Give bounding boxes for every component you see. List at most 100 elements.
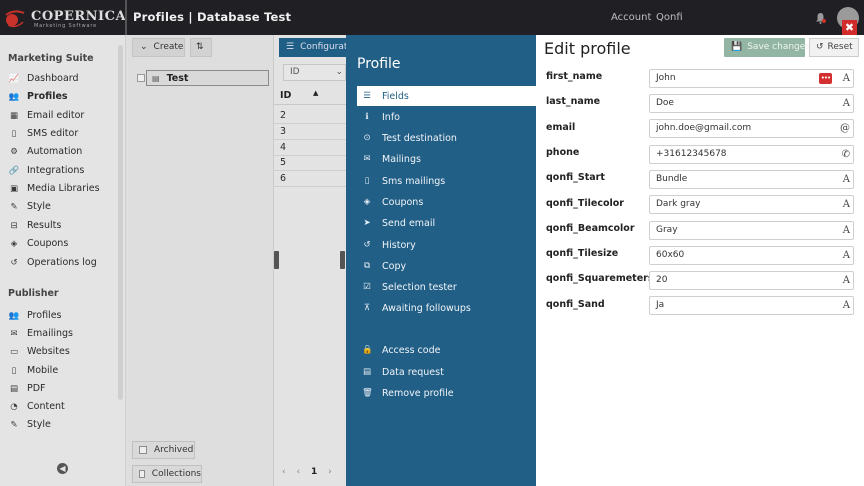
qonfi-sand-field[interactable]: Ja A — [649, 296, 854, 315]
grid-icon: ▦ — [9, 110, 19, 121]
collections-toggle[interactable]: Collections — [132, 465, 202, 483]
field-value: Bundle — [656, 174, 688, 184]
resize-handle[interactable] — [340, 251, 345, 269]
sidebar-item-automation[interactable]: ⚙ Automation — [8, 146, 82, 157]
document-icon: ▤ — [362, 367, 372, 377]
tag-icon: ◈ — [363, 197, 371, 207]
select-checkbox[interactable] — [137, 74, 145, 82]
bell-icon[interactable] — [815, 12, 826, 24]
profile-nav-label: History — [382, 239, 416, 251]
profile-nav-label: Info — [382, 111, 400, 123]
sidebar-item-coupons[interactable]: ◈ Coupons — [8, 238, 69, 249]
monitor-icon: ▭ — [9, 346, 19, 357]
archived-toggle[interactable]: Archived — [132, 441, 195, 459]
profile-nav-remove-profile[interactable]: 🗑 Remove profile — [357, 383, 454, 403]
field-value: Ja — [656, 300, 665, 310]
account-link[interactable]: Account — [611, 12, 651, 23]
sidebar-item-dashboard[interactable]: 📈 Dashboard — [8, 73, 79, 84]
profile-nav-label: Sms mailings — [382, 175, 446, 187]
profile-nav-label: Coupons — [382, 196, 424, 208]
list-icon: ☰ — [363, 91, 371, 101]
check-square-icon: ☑ — [363, 282, 371, 292]
current-page[interactable]: 1 — [311, 467, 317, 477]
profile-nav-data-request[interactable]: ▤ Data request — [357, 362, 444, 382]
profile-nav-copy[interactable]: ⧉ Copy — [357, 256, 406, 276]
profile-nav-test-destination[interactable]: ⊙ Test destination — [357, 128, 457, 148]
send-icon: ➤ — [363, 218, 371, 228]
configure-button[interactable]: ☰ Configuratie — [279, 38, 346, 57]
qonfi-start-field[interactable]: Bundle A — [649, 170, 854, 189]
profile-nav-coupons[interactable]: ◈ Coupons — [357, 192, 424, 212]
sidebar-item-profiles[interactable]: 👥 Profiles — [8, 91, 68, 102]
profile-nav-sms-mailings[interactable]: ▯ Sms mailings — [357, 171, 446, 191]
column-select[interactable]: ID ⌄ — [283, 64, 346, 81]
sidebar-item-integrations[interactable]: 🔗 Integrations — [8, 165, 85, 176]
brand-subtitle: Marketing Software — [34, 23, 97, 29]
qonfi-squaremeters-field[interactable]: 20 A — [649, 271, 854, 290]
table-cell-id[interactable]: 4 — [280, 142, 286, 153]
sidebar-item-email-editor[interactable]: ▦ Email editor — [8, 110, 84, 121]
qonfi-link[interactable]: Qonfi — [656, 12, 683, 23]
field-label-email: email — [546, 122, 576, 133]
first-name-field[interactable]: John ••• A — [649, 69, 854, 88]
profile-nav-label: Remove profile — [382, 387, 454, 399]
field-label-qonfi-tilecolor: qonfi_Tilecolor — [546, 198, 624, 209]
qonfi-beamcolor-field[interactable]: Gray A — [649, 221, 854, 240]
phone-field[interactable]: +31612345678 ✆ — [649, 145, 854, 164]
divider — [125, 0, 127, 35]
sidebar-item-sms-editor[interactable]: ▯ SMS editor — [8, 128, 79, 139]
close-panel-button[interactable]: ✖ — [842, 20, 857, 35]
qonfi-tilecolor-field[interactable]: Dark gray A — [649, 195, 854, 214]
sidebar-item-content[interactable]: ◔ Content — [8, 401, 65, 412]
sidebar-scrollbar[interactable] — [118, 45, 123, 400]
row-divider — [274, 123, 346, 124]
email-field[interactable]: john.doe@gmail.com @ — [649, 119, 854, 138]
profile-nav-access-code[interactable]: 🔒 Access code — [357, 340, 440, 360]
profile-nav-title: Profile — [357, 56, 401, 72]
prev-page-icon[interactable]: ‹ — [296, 467, 300, 477]
column-header-id[interactable]: ID ▲ — [274, 87, 346, 105]
more-options-icon[interactable]: ••• — [819, 73, 832, 84]
profile-nav-info[interactable]: ℹ Info — [357, 107, 400, 127]
sidebar-item-label: Media Libraries — [27, 183, 100, 194]
row-divider — [274, 155, 346, 156]
checkbox — [139, 470, 145, 478]
create-button[interactable]: ⌄ Create — [132, 38, 185, 57]
profile-nav-awaiting-followups[interactable]: ⊼ Awaiting followups — [357, 298, 471, 318]
brand-logo[interactable]: COPERNICA Marketing Software — [4, 6, 126, 30]
sidebar-item-operations-log[interactable]: ↺ Operations log — [8, 257, 96, 268]
profile-nav-fields[interactable]: ☰ Fields — [357, 86, 536, 106]
sidebar-item-mobile[interactable]: ▯ Mobile — [8, 365, 59, 376]
reset-button[interactable]: ↺ Reset — [809, 38, 859, 57]
brush-icon: ✎ — [10, 419, 18, 430]
checkbox — [139, 446, 147, 454]
list-item-test[interactable]: ▤ Test — [146, 70, 269, 86]
next-page-icon[interactable]: › — [328, 467, 332, 477]
sidebar-item-websites[interactable]: ▭ Websites — [8, 346, 70, 357]
collections-label: Collections — [151, 469, 201, 479]
sidebar-item-media-libraries[interactable]: ▣ Media Libraries — [8, 183, 100, 194]
sidebar-item-style[interactable]: ✎ Style — [8, 201, 50, 212]
resize-handle[interactable] — [274, 251, 279, 269]
sort-button[interactable]: ⇅ — [190, 38, 212, 57]
sidebar-item-results[interactable]: ⊟ Results — [8, 220, 61, 231]
sidebar-item-publisher-profiles[interactable]: 👥 Profiles — [8, 310, 62, 321]
qonfi-tilesize-field[interactable]: 60x60 A — [649, 246, 854, 265]
last-name-field[interactable]: Doe A — [649, 94, 854, 113]
sidebar-item-pdf[interactable]: ▤ PDF — [8, 383, 46, 394]
sidebar-section-publisher: Publisher — [8, 288, 59, 299]
table-cell-id[interactable]: 6 — [280, 173, 286, 184]
profile-nav-history[interactable]: ↺ History — [357, 235, 416, 255]
table-cell-id[interactable]: 3 — [280, 126, 286, 137]
sidebar-item-publisher-style[interactable]: ✎ Style — [8, 419, 50, 430]
profile-nav-send-email[interactable]: ➤ Send email — [357, 213, 435, 233]
table-cell-id[interactable]: 5 — [280, 157, 286, 168]
table-cell-id[interactable]: 2 — [280, 110, 286, 121]
sidebar-item-emailings[interactable]: ✉ Emailings — [8, 328, 73, 339]
profile-nav-mailings[interactable]: ✉ Mailings — [357, 149, 421, 169]
save-changes-button[interactable]: 💾 Save changes — [724, 38, 810, 57]
field-value: Gray — [656, 225, 678, 235]
collapse-sidebar-button[interactable]: ◀ — [57, 463, 68, 474]
first-page-icon[interactable]: ‹ — [282, 467, 286, 477]
profile-nav-selection-tester[interactable]: ☑ Selection tester — [357, 277, 457, 297]
